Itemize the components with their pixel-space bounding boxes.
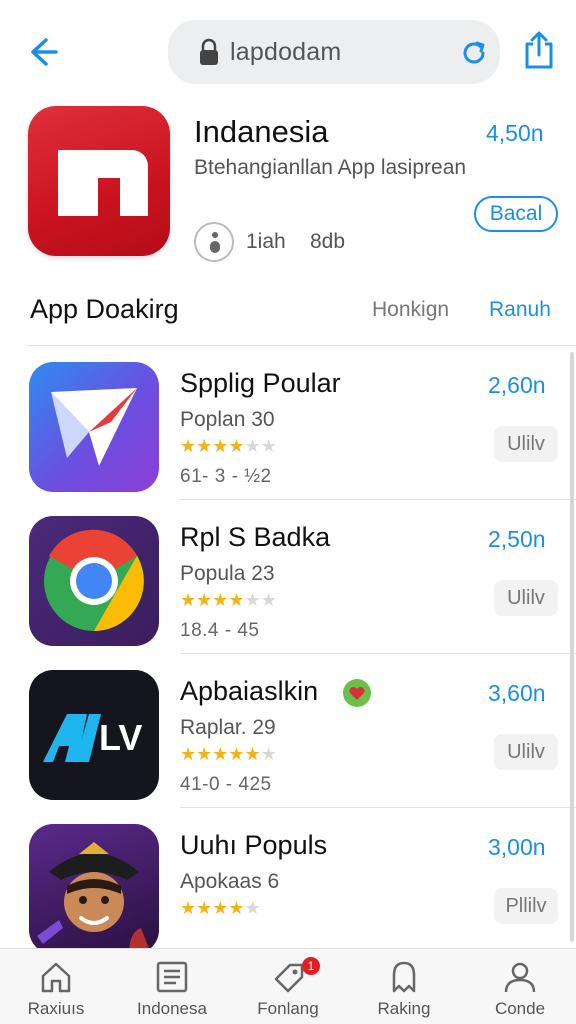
app-list[interactable]: Spplig Poular 2,60n Poplan 30 ★★★★★★ 61-… <box>0 346 576 948</box>
app-name: Apbaiaslkin <box>180 676 319 706</box>
nav-label: Fonlang <box>257 999 319 1018</box>
app-stats: 61- 3 - ½2 <box>180 466 272 487</box>
get-button[interactable]: Ulilv <box>494 734 558 770</box>
n-logo-icon <box>58 150 148 216</box>
notification-badge: 1 <box>302 957 320 975</box>
app-subtitle: Poplan 30 <box>180 408 275 431</box>
app-stats: 41-0 - 425 <box>180 774 272 795</box>
app-subtitle: Raplar. 29 <box>180 716 276 739</box>
svg-text:LV: LV <box>99 717 142 758</box>
get-button[interactable]: Ulilv <box>494 580 558 616</box>
green-heart-badge-icon <box>343 679 371 707</box>
featured-app-icon[interactable] <box>28 106 170 256</box>
app-subtitle: Apokaas 6 <box>180 870 280 893</box>
get-button[interactable]: Pllilv <box>494 888 558 924</box>
featured-get-button[interactable]: Bacal <box>474 196 558 232</box>
tag-icon <box>274 963 304 993</box>
section-title: App Doakirg <box>30 294 179 324</box>
address-bar[interactable]: lapdodam <box>168 20 500 84</box>
star-rating: ★★★★★★ <box>180 590 277 610</box>
nav-item-tag[interactable]: 1 Fonlang <box>232 949 344 1024</box>
nav-item-ranking[interactable]: Raking <box>348 949 460 1024</box>
url-text: lapdodam <box>230 38 342 66</box>
list-icon <box>156 961 188 993</box>
pirate-character-icon <box>29 824 159 948</box>
info-icon-dot <box>212 232 218 238</box>
nav-label: Indonesa <box>137 999 207 1018</box>
nav-label: Conde <box>494 999 546 1018</box>
get-button[interactable]: Ulilv <box>494 426 558 462</box>
list-item[interactable]: LV Apbaiaslkin 3,60n Raplar. 29 ★★★★★★ 4… <box>0 654 576 808</box>
list-item[interactable]: Uuhı Populs 3,00n Apokaas 6 ★★★★★ Pllilv <box>0 808 576 948</box>
featured-app-price: 4,50n <box>486 120 544 146</box>
featured-app-subtitle: Btehangianllan App lasiprean <box>194 156 467 179</box>
scrollbar[interactable] <box>570 352 574 942</box>
share-icon[interactable] <box>520 30 558 70</box>
app-price: 2,50n <box>488 526 546 552</box>
top-bar: lapdodam <box>0 0 576 98</box>
info-icon[interactable] <box>194 222 234 262</box>
list-item[interactable]: Spplig Poular 2,60n Poplan 30 ★★★★★★ 61-… <box>0 346 576 500</box>
lock-icon <box>200 38 218 65</box>
chrome-icon <box>29 516 159 646</box>
home-icon <box>41 962 71 993</box>
list-item[interactable]: Rpl S Badka 2,50n Popula 23 ★★★★★★ 18.4 … <box>0 500 576 654</box>
section-link-secondary[interactable]: Honkign <box>372 298 449 322</box>
app-name: Spplig Poular <box>180 368 341 398</box>
paper-plane-icon <box>29 362 159 492</box>
app-price: 2,60n <box>488 372 546 398</box>
section-link-primary[interactable]: Ranuh <box>489 298 551 322</box>
back-arrow-icon[interactable] <box>24 34 60 70</box>
ranking-icon <box>392 961 416 993</box>
profile-icon <box>504 962 536 993</box>
info-icon-body <box>210 241 220 253</box>
app-subtitle: Popula 23 <box>180 562 275 585</box>
nav-label: Raking <box>377 999 431 1018</box>
nav-label: Raxiuıs <box>27 999 85 1018</box>
app-name: Rpl S Badka <box>180 522 331 552</box>
app-stats: 18.4 - 45 <box>180 620 260 641</box>
bottom-nav: Raxiuıs Indonesa 1 Fonlang Raking Conde <box>0 948 576 1024</box>
nav-item-profile[interactable]: Conde <box>464 949 576 1024</box>
featured-app-title: Indanesia <box>194 114 329 149</box>
featured-meta-rating: 8db <box>310 230 346 253</box>
alv-icon: LV <box>29 670 159 800</box>
star-rating: ★★★★★ <box>180 898 261 918</box>
star-rating: ★★★★★★ <box>180 744 277 764</box>
app-price: 3,60n <box>488 680 546 706</box>
nav-item-home[interactable]: Raxiuıs <box>0 949 112 1024</box>
app-name: Uuhı Populs <box>180 830 328 860</box>
app-price: 3,00n <box>488 834 546 860</box>
nav-item-list[interactable]: Indonesa <box>116 949 228 1024</box>
star-rating: ★★★★★★ <box>180 436 277 456</box>
reload-icon[interactable] <box>458 37 490 69</box>
featured-meta-size: 1iah <box>246 230 286 253</box>
